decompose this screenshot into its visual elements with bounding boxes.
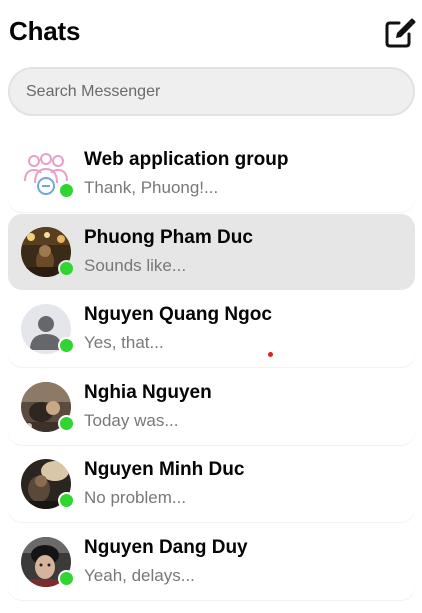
avatar — [21, 226, 75, 277]
search-bar[interactable] — [8, 67, 415, 116]
search-input[interactable] — [10, 69, 413, 114]
chat-name: Nguyen Quang Ngoc — [84, 304, 272, 325]
compose-icon[interactable] — [381, 15, 417, 51]
chat-item-nguyen-dang-duy[interactable]: Nguyen Dang Duy Yeah, delays... — [8, 524, 415, 600]
avatar — [21, 149, 75, 199]
chat-item-nguyen-minh-duc[interactable]: Nguyen Minh Duc No problem... — [8, 446, 415, 522]
online-indicator — [58, 259, 75, 277]
chat-preview: Today was... — [84, 410, 179, 430]
chat-name: Nguyen Dang Duy — [84, 536, 248, 558]
avatar — [21, 304, 75, 354]
red-dot — [268, 352, 273, 357]
chat-preview: Yeah, delays... — [84, 565, 195, 585]
chat-name: Nghia Nguyen — [84, 381, 212, 403]
chat-item-web-application-group[interactable]: Web application group Thank, Phuong!... — [8, 136, 415, 212]
online-indicator — [58, 337, 75, 354]
online-indicator — [58, 414, 75, 432]
chat-preview: Sounds like... — [84, 255, 187, 275]
online-indicator — [58, 492, 75, 509]
chat-preview: Yes, that... — [84, 333, 164, 352]
chat-item-phuong-pham-duc[interactable]: Phuong Pham Duc Sounds like... — [8, 213, 415, 290]
avatar — [21, 536, 75, 587]
chat-name: Phuong Pham Duc — [84, 226, 253, 248]
chat-preview: Thank, Phuong!... — [84, 178, 219, 197]
avatar — [21, 459, 75, 509]
chats-header: Chats — [0, 0, 422, 66]
chat-preview: No problem... — [84, 488, 187, 507]
chat-name: Nguyen Minh Duc — [84, 459, 245, 480]
online-indicator — [58, 569, 75, 587]
chat-list: Web application group Thank, Phuong!... … — [0, 136, 422, 601]
online-indicator — [58, 182, 75, 199]
chat-item-nguyen-quang-ngoc[interactable]: Nguyen Quang Ngoc Yes, that... — [8, 291, 415, 367]
page-title: Chats — [9, 16, 81, 46]
chat-item-nghia-nguyen[interactable]: Nghia Nguyen Today was... — [8, 369, 415, 445]
chat-name: Web application group — [84, 149, 289, 170]
avatar — [21, 381, 75, 432]
